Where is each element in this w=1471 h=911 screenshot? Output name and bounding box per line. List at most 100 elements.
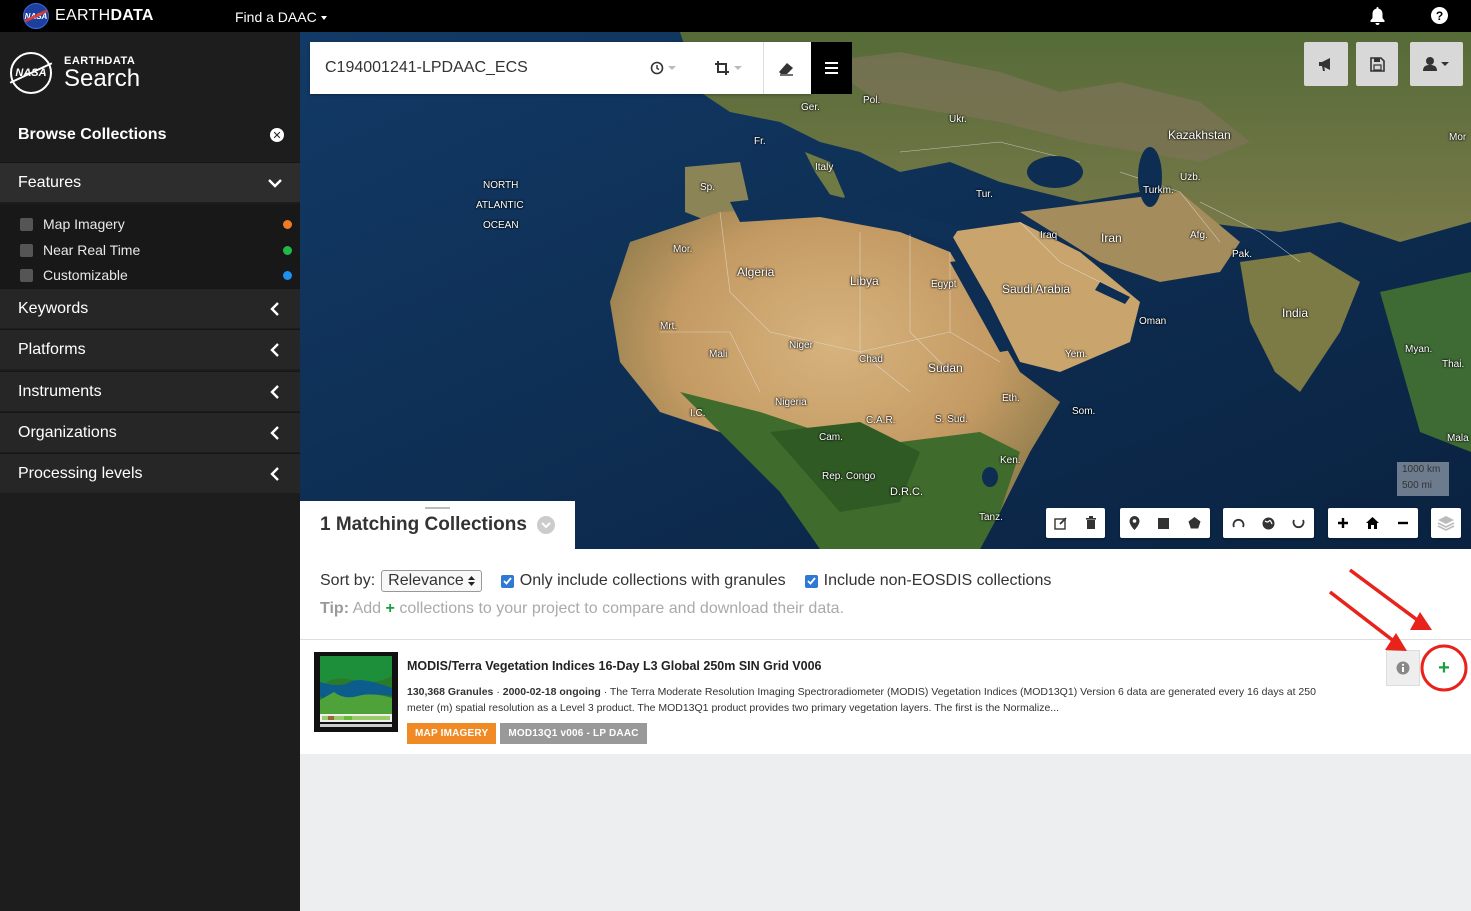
south-polar-icon[interactable]: [1292, 517, 1305, 530]
help-icon[interactable]: ?: [1431, 7, 1448, 24]
map-label: India: [1282, 306, 1309, 320]
caret-down-icon: [668, 66, 676, 70]
platforms-section-toggle[interactable]: Platforms: [0, 329, 300, 369]
checkbox-checked-icon[interactable]: [804, 574, 818, 588]
collection-meta: 130,368 Granules · 2000-02-18 ongoing · …: [407, 684, 1332, 716]
polygon-icon[interactable]: [1188, 517, 1201, 529]
add-to-project-button[interactable]: +: [1421, 650, 1467, 686]
spatial-filter-button[interactable]: [714, 60, 742, 76]
feature-label: Near Real Time: [43, 242, 141, 258]
tip-label: Tip:: [320, 600, 350, 617]
trash-icon[interactable]: [1085, 516, 1097, 530]
map-label: Egypt: [931, 279, 957, 290]
feature-customizable[interactable]: Customizable: [20, 265, 292, 285]
section-label: Platforms: [18, 340, 86, 358]
globe-icon[interactable]: [1262, 517, 1275, 530]
instruments-section-toggle[interactable]: Instruments: [0, 371, 300, 411]
announcement-button[interactable]: [1304, 42, 1348, 86]
map-label: OCEAN: [483, 220, 519, 231]
layers-button[interactable]: [1431, 508, 1461, 538]
feature-label: Customizable: [43, 267, 128, 283]
earthdata-search-logo[interactable]: NASA EARTHDATA Search: [10, 52, 140, 94]
logo-text: EARTHDATA Search: [64, 55, 140, 91]
matching-collections-tab[interactable]: 1 Matching Collections: [300, 501, 575, 549]
non-eosdis-filter-checkbox[interactable]: Include non-EOSDIS collections: [804, 572, 1051, 590]
keywords-section-toggle[interactable]: Keywords: [0, 288, 300, 328]
bell-icon[interactable]: [1369, 7, 1386, 25]
collection-title[interactable]: MODIS/Terra Vegetation Indices 16-Day L3…: [407, 659, 822, 673]
map-label: I.C.: [690, 408, 706, 419]
feature-map-imagery[interactable]: Map Imagery: [20, 214, 292, 234]
north-polar-icon[interactable]: [1232, 517, 1245, 530]
search-input[interactable]: C194001241-LPDAAC_ECS: [325, 59, 625, 77]
drag-handle[interactable]: [425, 507, 450, 509]
map-label: Myan.: [1405, 344, 1433, 355]
map-canvas[interactable]: NORTH ATLANTIC OCEAN Ger. Pol. Ukr. Kaza…: [300, 32, 1471, 549]
checkbox-checked-icon[interactable]: [500, 574, 514, 588]
map-marker-icon[interactable]: [1129, 516, 1140, 530]
sort-select[interactable]: Relevance: [381, 570, 482, 592]
zoom-in-icon[interactable]: [1337, 517, 1349, 529]
color-dot: [283, 271, 292, 280]
collection-search-box[interactable]: C194001241-LPDAAC_ECS: [310, 42, 811, 94]
map-label: Tur.: [976, 189, 993, 200]
chevron-left-icon: [270, 426, 279, 440]
nasa-logo-icon[interactable]: NASA: [23, 3, 49, 29]
map-label: Algeria: [737, 265, 775, 279]
top-navbar: NASA EARTHDATA Find a DAAC ?: [0, 0, 1471, 32]
user-menu-button[interactable]: [1410, 42, 1463, 86]
close-icon[interactable]: ✕: [270, 128, 284, 142]
map-label: Mrt.: [660, 321, 678, 332]
browse-collections-header: Browse Collections ✕: [0, 114, 300, 156]
map-label: Ukr.: [949, 114, 967, 125]
map-scale: 1000 km 500 mi: [1397, 462, 1449, 496]
features-section-toggle[interactable]: Features: [0, 162, 300, 202]
home-icon[interactable]: [1366, 517, 1380, 529]
map-label: C.A.R.: [866, 415, 896, 426]
info-icon: [1396, 661, 1410, 675]
short-name-badge: MOD13Q1 v006 - LP DAAC: [500, 723, 647, 744]
checkbox[interactable]: [20, 243, 33, 257]
draw-tools: [1120, 508, 1210, 538]
find-daac-dropdown[interactable]: Find a DAAC: [235, 9, 327, 25]
edit-icon[interactable]: [1054, 516, 1068, 530]
caret-down-icon: [320, 16, 327, 21]
map-label: Iran: [1101, 231, 1122, 245]
zoom-out-icon[interactable]: [1397, 517, 1409, 529]
map-label: Fr.: [754, 136, 766, 147]
feature-label: Map Imagery: [43, 216, 125, 232]
map-label: Chad: [859, 354, 883, 365]
organizations-section-toggle[interactable]: Organizations: [0, 412, 300, 452]
browse-collections-title: Browse Collections: [18, 126, 167, 143]
features-list: Map Imagery Near Real Time Customizable: [0, 204, 300, 290]
feature-near-real-time[interactable]: Near Real Time: [20, 240, 292, 260]
map-label: NORTH: [483, 180, 519, 191]
collection-thumbnail[interactable]: [314, 652, 398, 732]
collection-info-button[interactable]: [1386, 650, 1420, 686]
temporal-filter-button[interactable]: [650, 60, 676, 76]
collection-badges: MAP IMAGERY MOD13Q1 v006 - LP DAAC: [407, 723, 647, 744]
map-label: Libya: [850, 274, 879, 288]
select-arrows-icon: [467, 576, 475, 586]
sort-label: Sort by:: [320, 572, 376, 589]
save-project-button[interactable]: [1356, 42, 1398, 86]
checkbox[interactable]: [20, 217, 33, 231]
map-label: S. Sud.: [935, 414, 968, 425]
map-label: ATLANTIC: [476, 200, 524, 211]
earthdata-brand[interactable]: EARTHDATA: [55, 7, 154, 25]
chevron-left-icon: [270, 467, 279, 481]
tip-post: collections to your project to compare a…: [399, 600, 845, 617]
rectangle-icon[interactable]: [1158, 517, 1170, 529]
processing-levels-section-toggle[interactable]: Processing levels: [0, 453, 300, 493]
map-label: Eth.: [1002, 393, 1020, 404]
map-label: Ger.: [801, 102, 820, 113]
hamburger-menu-button[interactable]: [811, 42, 852, 94]
find-daac-label: Find a DAAC: [235, 9, 317, 25]
chevron-down-circle-icon[interactable]: [536, 516, 555, 534]
clock-icon: [650, 61, 664, 75]
meta-separator: ·: [496, 686, 500, 698]
checkbox[interactable]: [20, 268, 33, 282]
granules-filter-checkbox[interactable]: Only include collections with granules: [500, 572, 786, 590]
map-label: Kazakhstan: [1168, 128, 1231, 142]
eraser-icon[interactable]: [777, 60, 795, 76]
